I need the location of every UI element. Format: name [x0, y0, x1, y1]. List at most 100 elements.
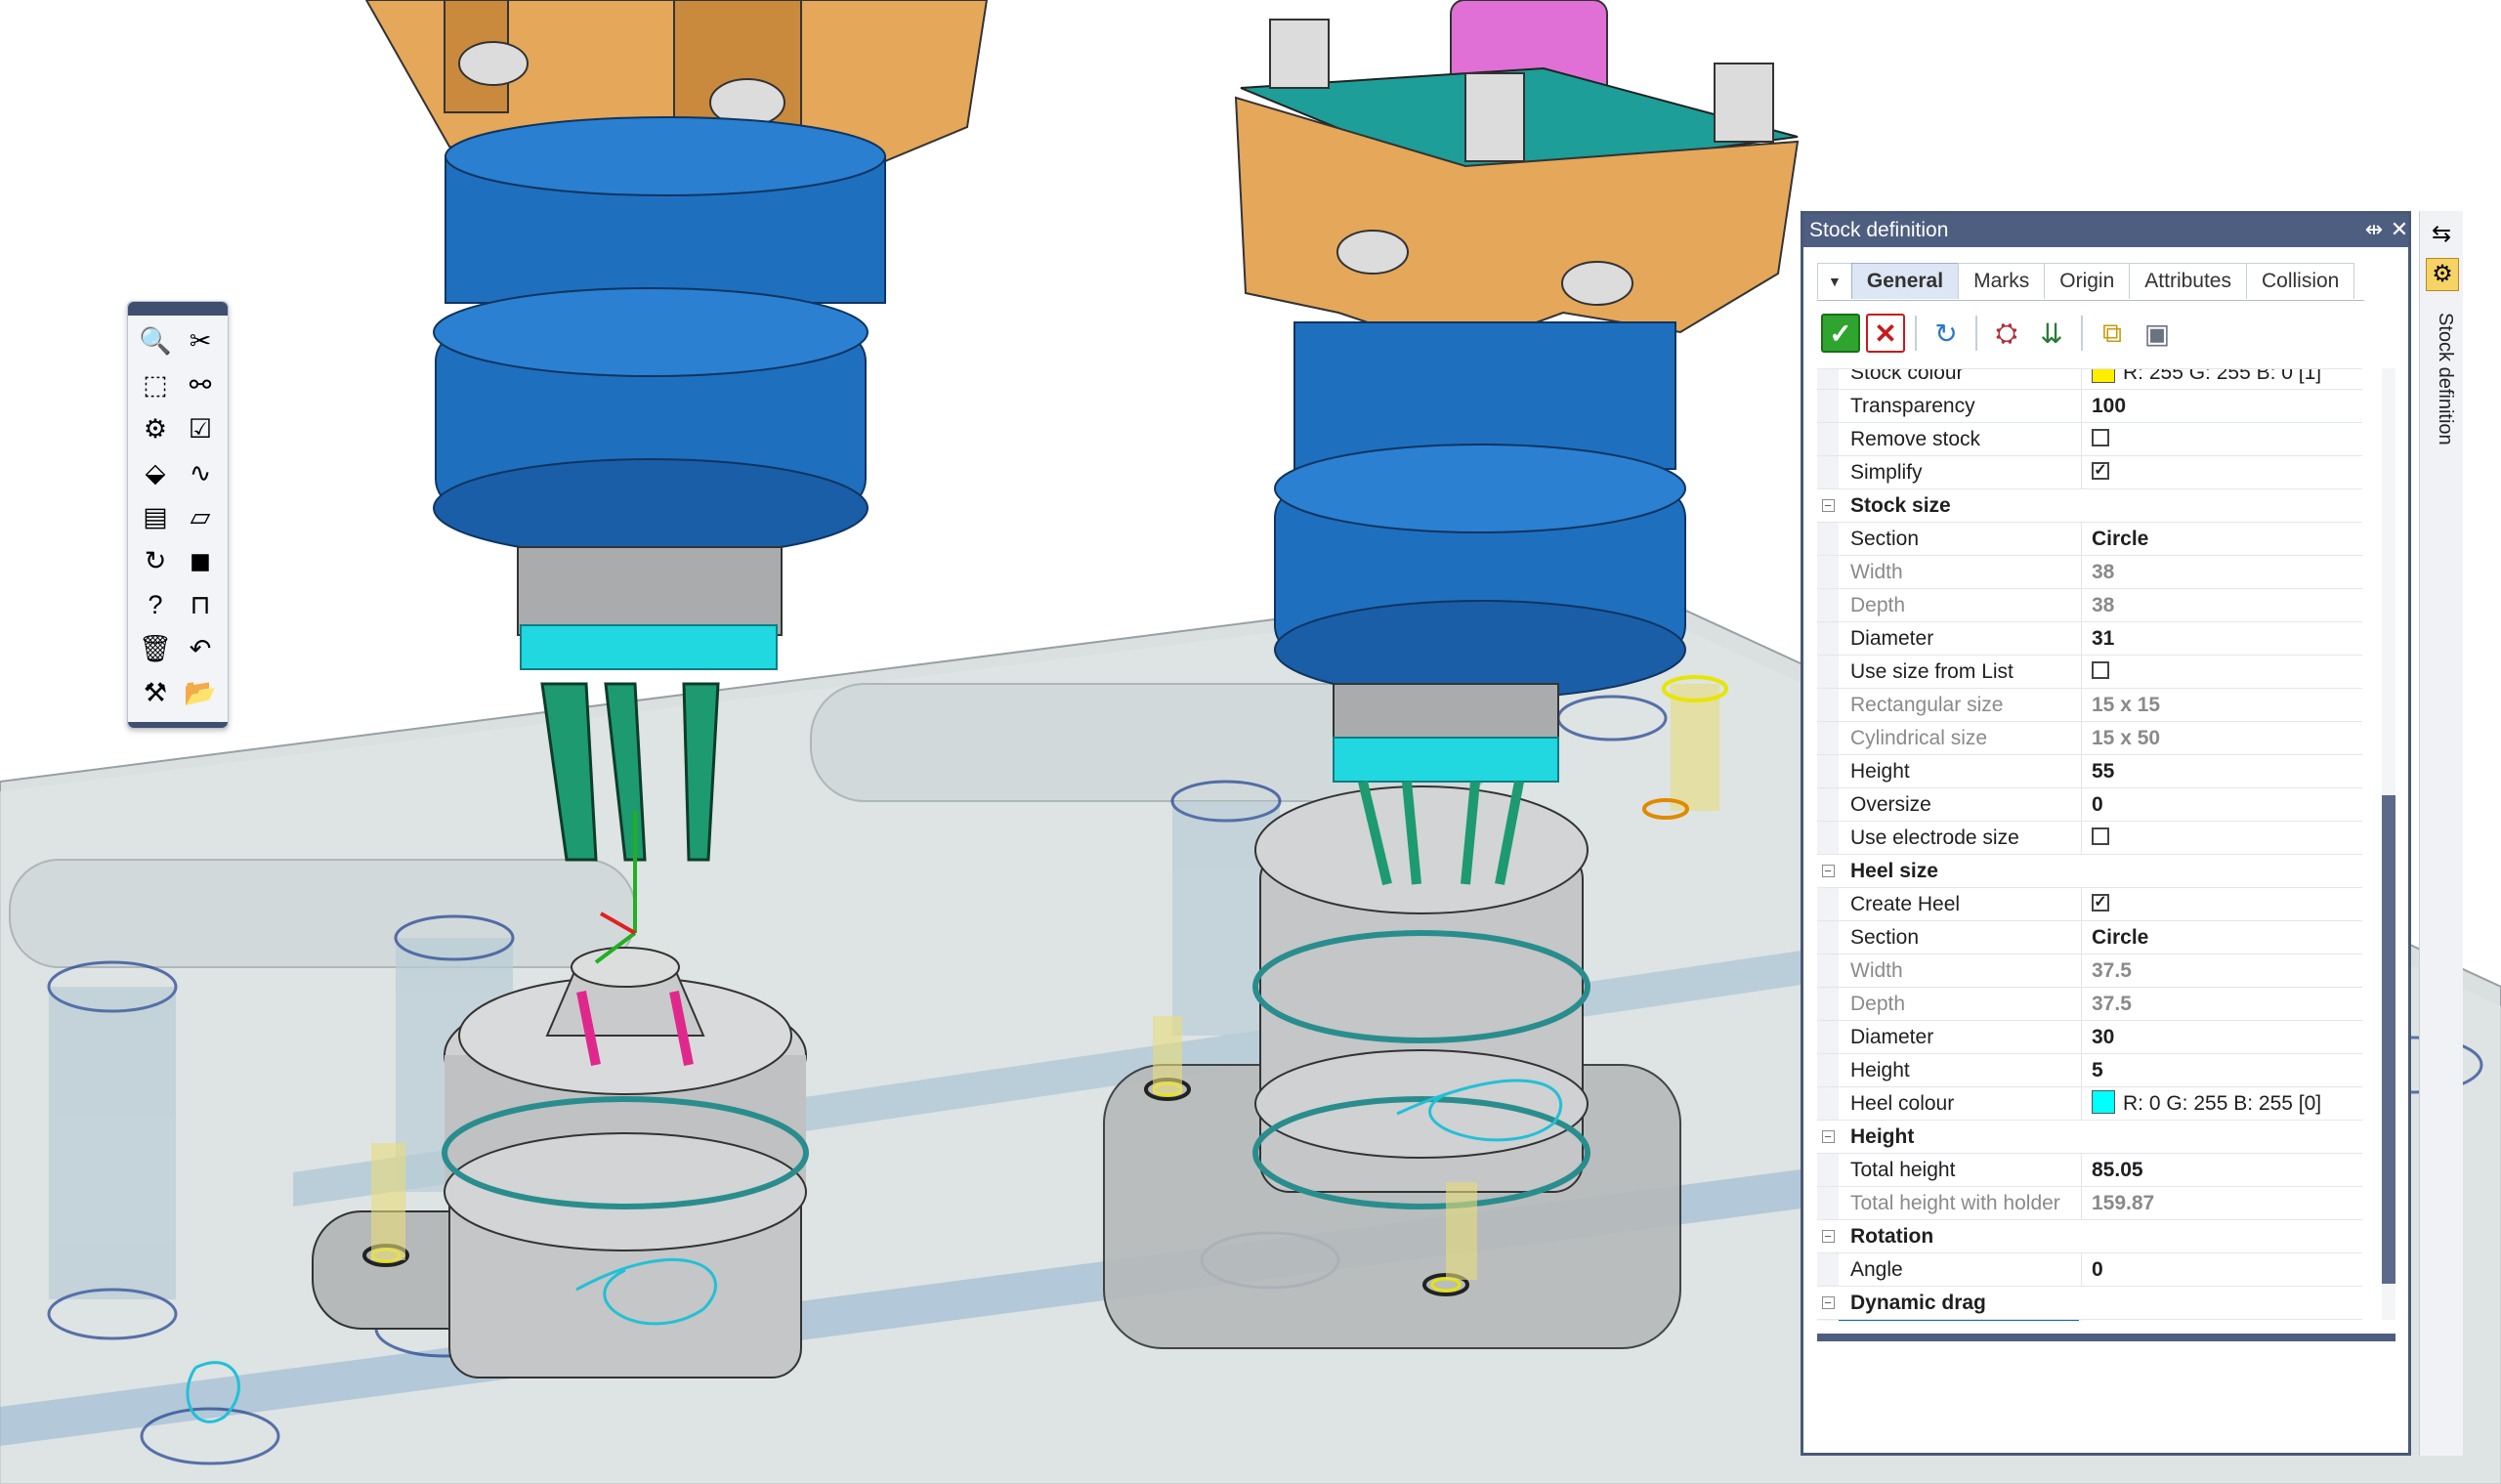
- toolbar-button[interactable]: ↶: [178, 627, 223, 671]
- copy-stock-icon[interactable]: ⧉: [2093, 314, 2132, 353]
- property-row[interactable]: Stock colour R: 255 G: 255 B: 0 [1]: [1817, 369, 2362, 390]
- dock-tab-stock-definition[interactable]: Stock definition: [2423, 313, 2462, 479]
- checkbox[interactable]: ✓: [2092, 894, 2109, 912]
- toolbar-button[interactable]: ▤: [133, 495, 178, 539]
- toolbar-button[interactable]: ✂: [178, 319, 223, 363]
- property-row[interactable]: Diameter 30: [1817, 1021, 2362, 1054]
- property-value[interactable]: [2081, 656, 2362, 688]
- toolbar-button[interactable]: ⚙: [133, 407, 178, 451]
- tab-origin[interactable]: Origin: [2044, 263, 2131, 299]
- property-value[interactable]: 73: [2081, 1320, 2362, 1321]
- property-row[interactable]: Use size from List: [1817, 656, 2362, 689]
- toolbar-button[interactable]: 🗑: [133, 627, 178, 671]
- property-row[interactable]: Cylindrical size 15 x 50: [1817, 722, 2362, 755]
- property-row[interactable]: Rectangular size 15 x 15: [1817, 689, 2362, 722]
- property-row[interactable]: Create Heel ✓: [1817, 888, 2362, 921]
- toolbar-button[interactable]: ?: [133, 583, 178, 627]
- flow-icon[interactable]: ⇆: [2426, 219, 2457, 250]
- property-row[interactable]: Total height with holder 159.87: [1817, 1187, 2362, 1220]
- color-swatch[interactable]: [2092, 369, 2115, 384]
- property-value[interactable]: 38: [2081, 556, 2362, 588]
- property-row[interactable]: Section Circle: [1817, 921, 2362, 954]
- collapse-icon[interactable]: −: [1817, 489, 1839, 522]
- toolbar-button[interactable]: 📂: [178, 671, 223, 715]
- property-row[interactable]: Section Circle: [1817, 523, 2362, 556]
- property-category[interactable]: − Stock size: [1817, 489, 2362, 523]
- property-value[interactable]: 100: [2081, 390, 2362, 422]
- checkbox[interactable]: [2092, 429, 2109, 447]
- property-value[interactable]: R: 0 G: 255 B: 255 [0]: [2081, 1087, 2362, 1120]
- color-swatch[interactable]: [2092, 1090, 2115, 1115]
- property-row[interactable]: Transparency 100: [1817, 390, 2362, 423]
- toolbar-button[interactable]: ⬚: [133, 363, 178, 407]
- property-row[interactable]: Depth 37.5: [1817, 988, 2362, 1021]
- toolbar-button[interactable]: ☑: [178, 407, 223, 451]
- property-row[interactable]: Diameter 31: [1817, 622, 2362, 656]
- collapse-icon[interactable]: −: [1817, 855, 1839, 887]
- property-value[interactable]: 0: [2081, 1253, 2362, 1286]
- property-value[interactable]: 31: [2081, 622, 2362, 655]
- cancel-x-icon[interactable]: ✕: [1866, 314, 1905, 353]
- checkbox[interactable]: [2092, 827, 2109, 846]
- property-row[interactable]: Heel colour R: 0 G: 255 B: 255 [0]: [1817, 1087, 2362, 1121]
- tab-general[interactable]: General: [1850, 263, 1960, 299]
- property-value[interactable]: [2081, 822, 2362, 854]
- property-row[interactable]: Height 55: [1817, 755, 2362, 788]
- checkbox[interactable]: ✓: [2092, 462, 2109, 481]
- property-row[interactable]: Angle 0: [1817, 1253, 2362, 1287]
- property-row[interactable]: Width 38: [1817, 556, 2362, 589]
- property-row[interactable]: Total height 85.05: [1817, 1154, 2362, 1187]
- toolbar-button[interactable]: ⚯: [178, 363, 223, 407]
- property-row[interactable]: Slider Bar73: [1817, 1320, 2362, 1321]
- refresh-icon[interactable]: ↻: [1927, 314, 1966, 353]
- property-value[interactable]: 85.05: [2081, 1154, 2362, 1186]
- toolbar-button[interactable]: ↻: [133, 539, 178, 583]
- collapse-icon[interactable]: −: [1817, 1220, 1839, 1252]
- property-value[interactable]: 15 x 15: [2081, 689, 2362, 721]
- close-icon[interactable]: ✕: [2388, 218, 2411, 241]
- property-category[interactable]: − Dynamic drag: [1817, 1287, 2362, 1320]
- collapse-icon[interactable]: −: [1817, 1287, 1839, 1319]
- property-value[interactable]: 38: [2081, 589, 2362, 621]
- property-row[interactable]: Oversize 0: [1817, 788, 2362, 822]
- toolbar-button[interactable]: ⚒: [133, 671, 178, 715]
- property-value[interactable]: 30: [2081, 1021, 2362, 1053]
- tab-dropdown-arrow[interactable]: ▼: [1817, 263, 1852, 299]
- property-row[interactable]: Depth 38: [1817, 589, 2362, 622]
- property-value[interactable]: 0: [2081, 788, 2362, 821]
- toolbar-button[interactable]: 🔍: [133, 319, 178, 363]
- property-value[interactable]: ✓: [2081, 456, 2362, 488]
- property-value[interactable]: Circle: [2081, 921, 2362, 954]
- property-row[interactable]: Width 37.5: [1817, 954, 2362, 988]
- stock-block-icon[interactable]: ▣: [2138, 314, 2177, 353]
- electrode-down-icon[interactable]: ⇊: [2032, 314, 2071, 353]
- property-category[interactable]: − Rotation: [1817, 1220, 2362, 1253]
- toolbar-button[interactable]: ▱: [178, 495, 223, 539]
- toolbar-button[interactable]: ⊓: [178, 583, 223, 627]
- ok-check-icon[interactable]: ✓: [1821, 314, 1860, 353]
- collapse-icon[interactable]: −: [1817, 1121, 1839, 1153]
- electrode-icon[interactable]: ⛭: [1987, 314, 2026, 353]
- toolbar-button[interactable]: ◼: [178, 539, 223, 583]
- property-category[interactable]: − Heel size: [1817, 855, 2362, 888]
- scrollbar-thumb[interactable]: [2382, 795, 2395, 1284]
- property-value[interactable]: 159.87: [2081, 1187, 2362, 1219]
- property-value[interactable]: 5: [2081, 1054, 2362, 1086]
- property-row[interactable]: Simplify ✓: [1817, 456, 2362, 489]
- toolbar-grip[interactable]: [128, 302, 228, 316]
- property-row[interactable]: Remove stock: [1817, 423, 2362, 456]
- property-value[interactable]: 37.5: [2081, 988, 2362, 1020]
- toolbar-button[interactable]: ∿: [178, 451, 223, 495]
- property-value[interactable]: 37.5: [2081, 954, 2362, 987]
- toolbar-button[interactable]: ⬙: [133, 451, 178, 495]
- checkbox[interactable]: [2092, 661, 2109, 680]
- property-row[interactable]: Use electrode size: [1817, 822, 2362, 855]
- pin-icon[interactable]: ⇹: [2362, 218, 2386, 241]
- property-value[interactable]: R: 255 G: 255 B: 0 [1]: [2081, 369, 2362, 389]
- property-row[interactable]: Height 5: [1817, 1054, 2362, 1087]
- tab-collision[interactable]: Collision: [2246, 263, 2355, 299]
- tab-attributes[interactable]: Attributes: [2129, 263, 2247, 299]
- property-value[interactable]: ✓: [2081, 888, 2362, 920]
- tab-marks[interactable]: Marks: [1958, 263, 2046, 299]
- stock-definition-tab-icon[interactable]: ⚙: [2426, 258, 2459, 291]
